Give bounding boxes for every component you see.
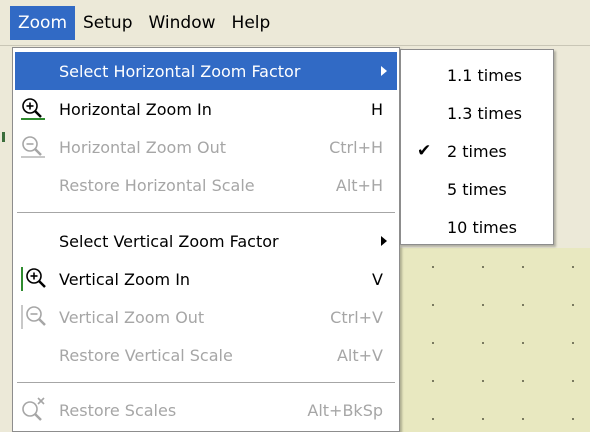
left-panel-marker [2,132,5,142]
menu-item-label: Select Horizontal Zoom Factor [59,61,301,81]
zoom-factor-1-3-times[interactable]: 1.3 times [401,94,553,132]
submenu-arrow-icon [381,236,387,246]
grid-dot [432,342,434,344]
zoom-factor-label: 2 times [447,141,507,161]
grid-dot [432,418,434,420]
grid-dot [522,380,524,382]
grid-dot [432,304,434,306]
zoom-menu: Select Horizontal Zoom Factor Horizontal… [12,47,400,432]
menu-bar: Zoom Setup Window Help [0,0,590,46]
zoom-factor-label: 5 times [447,179,507,199]
menu-item-shortcut: H [370,99,383,119]
grid-dot [522,342,524,344]
grid-dot [572,418,574,420]
menu-item-label: Restore Horizontal Scale [59,175,255,195]
menu-item-shortcut: Alt+V [336,345,383,365]
menu-help[interactable]: Help [224,6,279,40]
menu-item-shortcut: V [372,269,383,289]
menu-item-label: Vertical Zoom In [59,269,191,289]
checkmark-icon: ✔ [417,141,432,161]
grid-dot [432,266,434,268]
horizontal-zoom-out-icon [19,133,49,161]
submenu-arrow-icon [381,66,387,76]
zoom-factor-label: 1.3 times [447,103,523,123]
menu-item-shortcut: Ctrl+V [330,307,383,327]
menu-item-horizontal-zoom-in[interactable]: Horizontal Zoom In H [15,90,397,128]
horizontal-zoom-in-icon [19,95,49,123]
left-panel [0,40,10,432]
menu-zoom[interactable]: Zoom [10,5,76,40]
menu-item-restore-scales[interactable]: Restore Scales Alt+BkSp [15,391,397,429]
grid-dot [522,418,524,420]
menu-item-horizontal-zoom-out[interactable]: Horizontal Zoom Out Ctrl+H [15,128,397,166]
vertical-zoom-out-icon [19,303,49,331]
menu-item-label: Horizontal Zoom Out [59,137,226,157]
grid-dot [482,418,484,420]
zoom-factor-5-times[interactable]: 5 times [401,170,553,208]
grid-dot [522,304,524,306]
zoom-factor-1-1-times[interactable]: 1.1 times [401,56,553,94]
plot-canvas [400,248,590,432]
menu-window[interactable]: Window [141,6,224,40]
zoom-factor-label: 1.1 times [447,65,523,85]
grid-dot [482,380,484,382]
menu-item-select-horizontal-zoom-factor[interactable]: Select Horizontal Zoom Factor [15,52,397,90]
menu-item-label: Select Vertical Zoom Factor [59,231,279,251]
horizontal-zoom-factor-submenu: 1.1 times 1.3 times ✔ 2 times 5 times 10… [400,49,554,245]
grid-dot [482,304,484,306]
menu-item-select-vertical-zoom-factor[interactable]: Select Vertical Zoom Factor [15,222,397,260]
grid-dot [432,380,434,382]
restore-scales-icon [19,396,49,424]
vertical-zoom-in-icon [19,265,49,293]
grid-dot [482,266,484,268]
menu-item-label: Horizontal Zoom In [59,99,212,119]
grid-dot [572,342,574,344]
menu-item-restore-horizontal-scale[interactable]: Restore Horizontal Scale Alt+H [15,166,397,204]
menu-item-label: Restore Scales [59,400,177,420]
menu-item-vertical-zoom-in[interactable]: Vertical Zoom In V [15,260,397,298]
zoom-factor-2-times[interactable]: ✔ 2 times [401,132,553,170]
menu-separator [17,382,395,386]
grid-dot [572,266,574,268]
menu-item-shortcut: Alt+H [335,175,383,195]
menu-separator [17,212,395,216]
zoom-factor-10-times[interactable]: 10 times [401,208,553,246]
menu-item-shortcut: Alt+BkSp [307,400,383,420]
menu-setup[interactable]: Setup [75,6,140,40]
menu-item-restore-vertical-scale[interactable]: Restore Vertical Scale Alt+V [15,336,397,374]
grid-dot [522,266,524,268]
zoom-factor-label: 10 times [447,217,517,237]
menu-item-label: Vertical Zoom Out [59,307,205,327]
menu-item-label: Restore Vertical Scale [59,345,233,365]
grid-dot [572,380,574,382]
menu-item-vertical-zoom-out[interactable]: Vertical Zoom Out Ctrl+V [15,298,397,336]
menu-item-shortcut: Ctrl+H [329,137,383,157]
grid-dot [482,342,484,344]
grid-dot [572,304,574,306]
